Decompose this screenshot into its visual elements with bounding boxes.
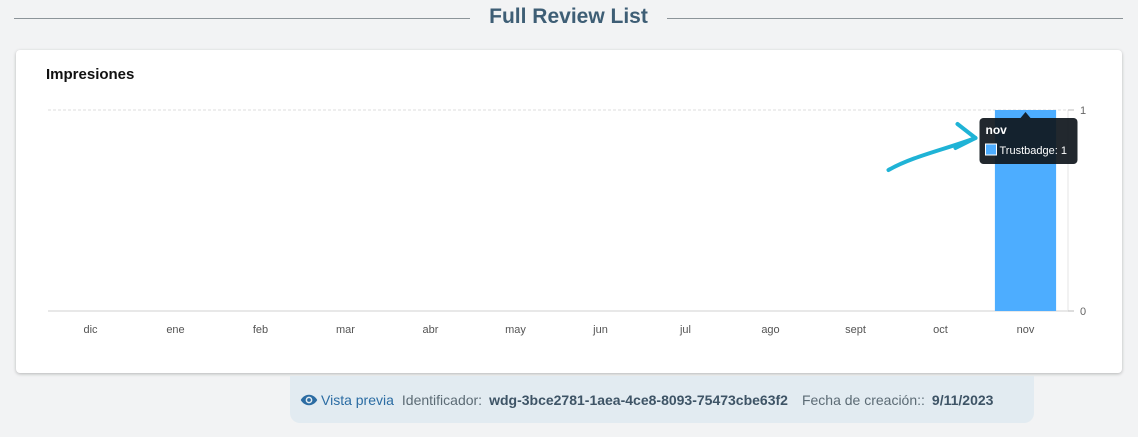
x-tick-label: feb <box>253 324 268 336</box>
annotation-arrowhead <box>953 122 978 150</box>
x-tick-label: nov <box>1017 324 1035 336</box>
title-row: Full Review List <box>0 0 1138 38</box>
x-tick-label: dic <box>83 324 98 336</box>
title-divider-left <box>14 18 470 19</box>
chart-card: Impresiones 0 1 dic ene feb mar abr may jun jul ag… <box>16 50 1122 373</box>
tooltip-title: nov <box>986 123 1008 137</box>
page-title: Full Review List <box>489 5 648 28</box>
date-value: 9/11/2023 <box>931 392 994 408</box>
x-tick-label: jun <box>592 324 608 336</box>
title-divider-right <box>667 18 1123 19</box>
x-tick-label: sept <box>845 324 866 336</box>
tooltip-value: Trustbadge: 1 <box>1000 145 1067 157</box>
x-tick-label: oct <box>933 324 948 336</box>
preview-link[interactable]: Vista previa <box>321 392 394 408</box>
date-label: Fecha de creación:: <box>801 392 925 408</box>
widget-info-footer: Vista previa Identificador: wdg-3bce2781… <box>290 376 1034 423</box>
x-tick-label: may <box>505 324 526 336</box>
y-tick-label: 1 <box>1080 105 1086 117</box>
x-tick-label: jul <box>679 324 691 336</box>
id-value: wdg-3bce2781-1aea-4ce8-8093-75473cbe63f2 <box>489 392 788 408</box>
id-label: Identificador: <box>401 392 483 408</box>
x-tick-label: mar <box>336 324 355 336</box>
x-tick-label: ago <box>761 324 779 336</box>
y-tick-label: 0 <box>1080 306 1086 318</box>
x-tick-label: abr <box>423 324 439 336</box>
x-tick-label: ene <box>166 324 184 336</box>
eye-icon[interactable] <box>300 393 318 407</box>
impressions-chart: 0 1 dic ene feb mar abr may jun jul ago sept oct nov n… <box>48 105 1086 336</box>
tooltip-swatch <box>985 143 997 156</box>
